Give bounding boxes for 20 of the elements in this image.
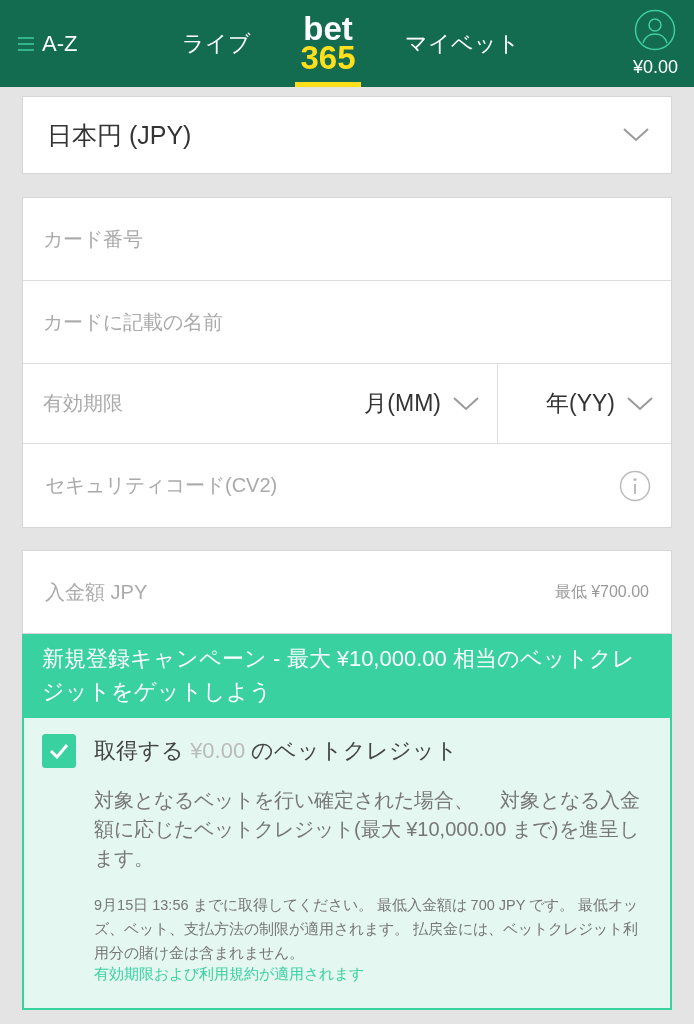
minimum-amount: 最低 ¥700.00 <box>554 581 649 602</box>
user-icon <box>634 9 677 51</box>
nav-tab[interactable]: ライブ <box>168 0 265 87</box>
chevron-down-icon <box>453 396 479 411</box>
info-icon <box>619 469 651 502</box>
promo-description: 対象となるベットを行い確定された場合、 対象となる入金額に応じたベットクレジット(最大 ¥10,000.00 まで)を進呈します。 <box>94 788 641 871</box>
checkbox-label: 取得する ¥0.00 のベットクレジット <box>94 737 459 765</box>
promo-terms: 9月15日 13:56 までに取得してください。 最低入金額は 700 JPY です。 最低オッズ、ベット、支払方法の制限が適用されます。 払戻金には、ベットクレジット利用分の賭け金は含まれません。 <box>94 896 640 963</box>
expiry-label: 有効期限 <box>42 391 124 416</box>
checkmark-icon <box>49 743 69 759</box>
menu-button[interactable]: A-Z <box>18 23 168 64</box>
promo-title: 新規登録キャンペーン - 最大 ¥10,000.00 相当のベットクレジットをゲットしよう <box>24 636 670 718</box>
checkbox[interactable] <box>42 734 76 768</box>
logo-tab[interactable]: bet 365 <box>295 0 361 87</box>
chevron-down-icon <box>623 128 649 142</box>
account-button[interactable]: ¥0.00 <box>632 9 678 78</box>
currency-select[interactable]: 日本円 (JPY) <box>22 96 672 174</box>
nav-tab[interactable]: マイベット <box>391 0 534 87</box>
chevron-down-icon <box>627 396 653 411</box>
menu-icon <box>18 36 34 51</box>
